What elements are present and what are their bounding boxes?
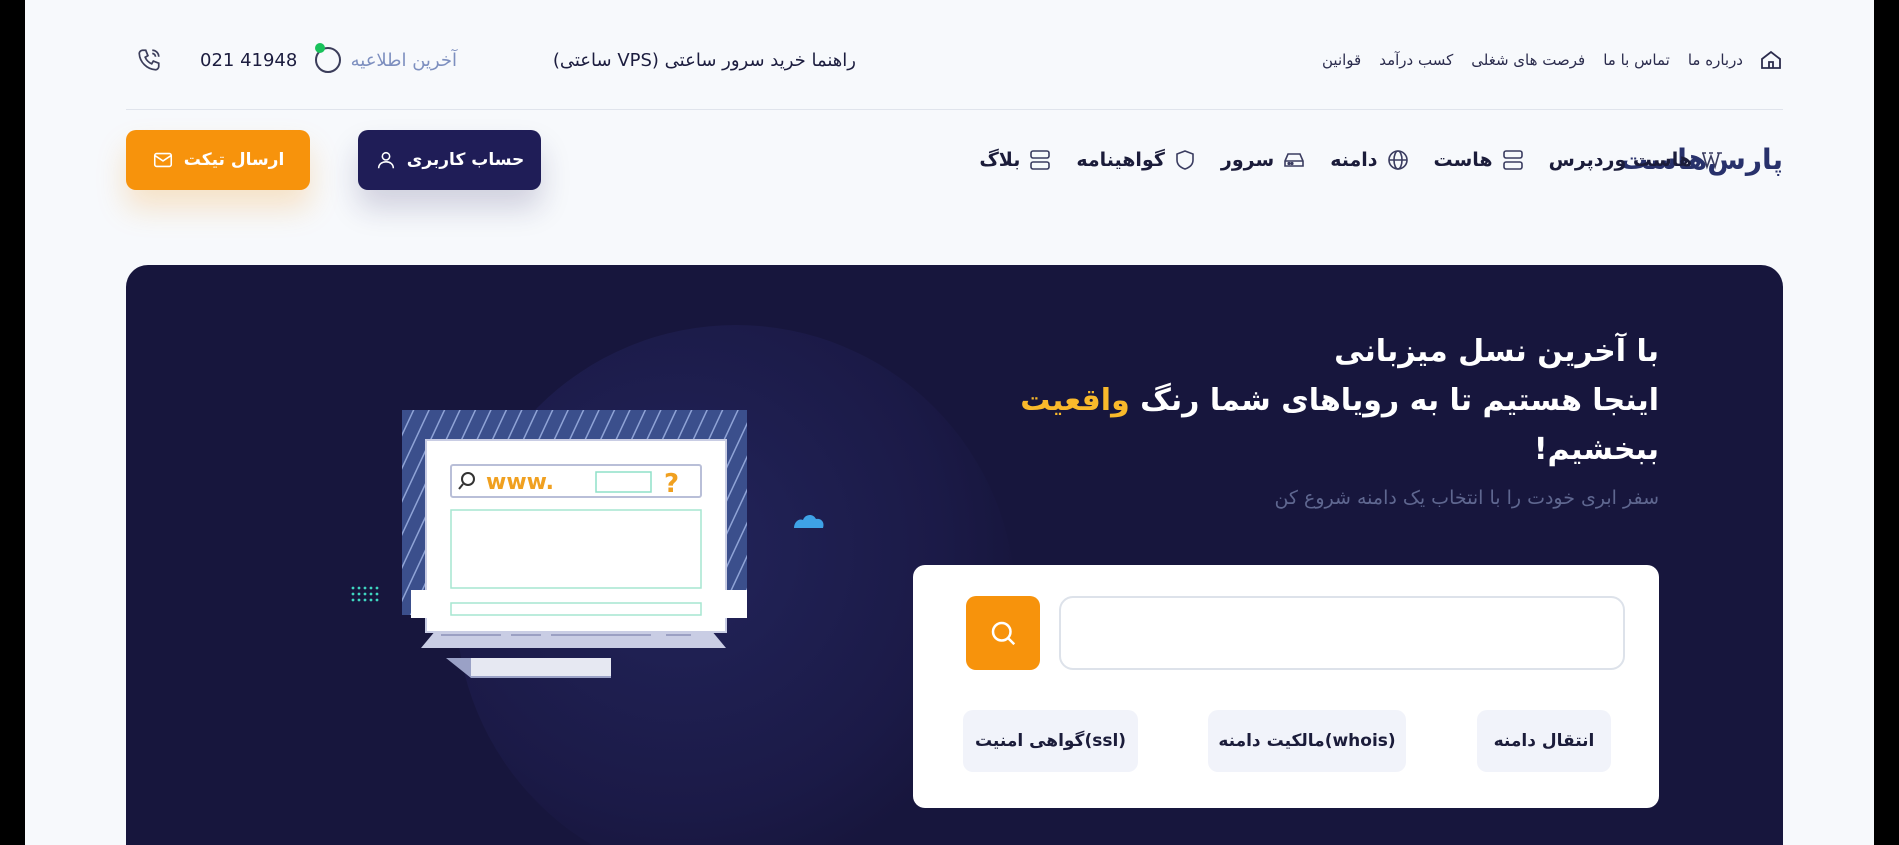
svg-text:?: ? [664,469,679,499]
wordpress-icon [1702,152,1722,170]
nav-wordpress-hosting[interactable]: هاست وردپرس [1549,148,1724,172]
home-icon[interactable] [1759,48,1783,72]
link-rules[interactable]: قوانین [1322,51,1361,69]
domain-illustration: www. ? [351,410,824,678]
user-icon [377,151,394,169]
mail-icon [153,152,172,168]
hero-heading: با آخرین نسل میزبانی اینجا هستیم تا به ر… [919,327,1659,474]
nav-certificate[interactable]: گواهینامه [1076,148,1197,172]
hero-section: با آخرین نسل میزبانی اینجا هستیم تا به ر… [126,265,1783,845]
domain-search-input[interactable] [1059,596,1625,670]
globe-icon [1387,150,1408,170]
top-bar: درباره ما تماس با ما فرصت های شغلی کسب د… [126,36,1783,84]
hero-highlight: واقعیت [1020,383,1130,418]
nav-label: بلاگ [979,149,1021,171]
phone-number[interactable]: 021 41948 [200,50,297,71]
account-button[interactable]: حساب کاربری [358,130,541,190]
domain-search-card: انتقال دامنه مالکیت دامنه(whois) گواهی ا… [913,565,1659,808]
hard-drive-icon [1284,153,1304,167]
search-icon [991,621,1016,646]
page: درباره ما تماس با ما فرصت های شغلی کسب د… [25,0,1874,845]
whois-chip[interactable]: مالکیت دامنه(whois) [1208,710,1406,772]
hero-subtitle: سفر ابری خودت را با انتخاب یک دامنه شروع… [1274,487,1659,509]
link-earn[interactable]: کسب درآمد [1379,51,1453,69]
nav-blog[interactable]: بلاگ [979,148,1052,172]
nav-label: دامنه [1330,149,1378,171]
nav-hosting[interactable]: هاست [1434,148,1525,172]
hero-line-3: ببخشیم! [1533,432,1659,467]
nav-label: گواهینامه [1076,149,1165,171]
ssl-chip[interactable]: گواهی امنیت(ssl) [963,710,1138,772]
main-nav: هاست وردپرس هاست دامنه سرور گواهینامه بل… [955,140,1724,180]
status-indicator-icon [314,43,341,73]
header-divider [126,109,1783,110]
nav-label: هاست وردپرس [1548,149,1692,171]
link-contact[interactable]: تماس با ما [1603,51,1670,69]
hero-line-2-text: اینجا هستیم تا به رویاهای شما رنگ [1140,383,1659,418]
domain-transfer-chip[interactable]: انتقال دامنه [1477,710,1611,772]
link-about[interactable]: درباره ما [1688,51,1743,69]
nav-domain[interactable]: دامنه [1330,148,1409,172]
guide-link[interactable]: راهنما خرید سرور ساعتی (VPS ساعتی) [553,50,856,71]
nav-label: سرور [1220,149,1275,171]
ticket-label: ارسال تیکت [183,150,285,170]
shield-icon [1176,150,1194,170]
link-careers[interactable]: فرصت های شغلی [1471,51,1585,69]
blog-icon [1030,150,1051,170]
server-icon [1502,150,1523,170]
nav-server[interactable]: سرور [1221,148,1306,172]
nav-label: هاست [1433,149,1493,171]
news-link[interactable]: آخرین اطلاعیه [351,50,457,71]
phone-icon [138,49,160,71]
send-ticket-button[interactable]: ارسال تیکت [126,130,310,190]
illustration-www: www. [486,470,554,495]
guide-link-wrap: راهنما خرید سرور ساعتی (VPS ساعتی) [553,36,856,84]
hero-line-1: با آخرین نسل میزبانی [1334,334,1659,369]
top-links: درباره ما تماس با ما فرصت های شغلی کسب د… [1304,36,1783,84]
online-dot [314,43,325,53]
phone-wrap: 021 41948 [136,36,297,84]
account-label: حساب کاربری [406,150,525,170]
news-wrap: آخرین اطلاعیه [314,36,457,84]
hero-line-2: اینجا هستیم تا به رویاهای شما رنگ واقعیت [919,376,1659,425]
search-button[interactable] [966,596,1040,670]
